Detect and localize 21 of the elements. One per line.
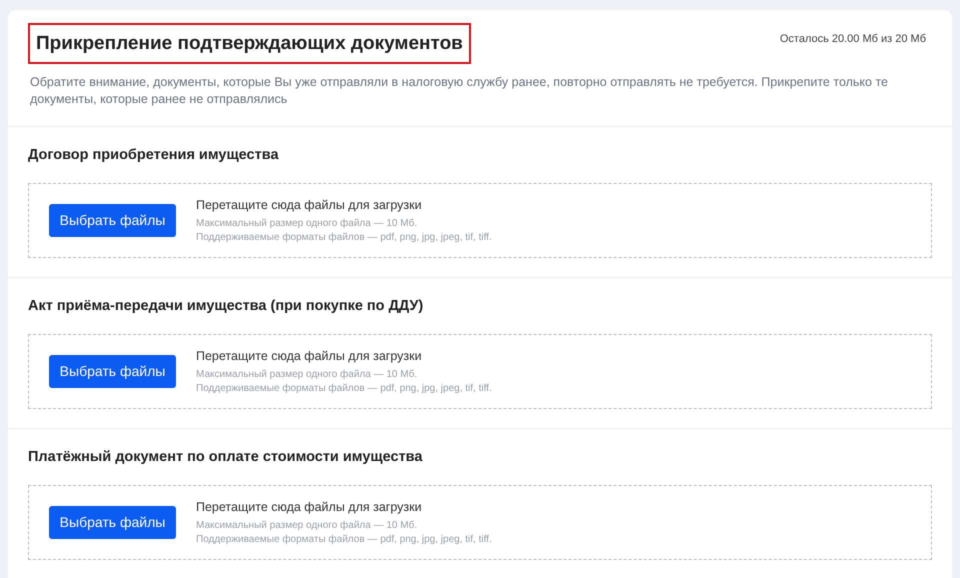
notice-text: Обратите внимание, документы, которые Вы уже отправляли в налоговую службу ранее, повторно отправлять не требуется. Прикрепите только те документы, которые ранее не отправлялись	[29, 74, 889, 108]
drop-hint: Перетащите сюда файлы для загрузки	[196, 348, 423, 364]
drop-hint: Перетащите сюда файлы для загрузки	[196, 196, 423, 212]
choose-files-button[interactable]: Выбрать файлы	[49, 204, 176, 237]
max-size-text: Максимальный размер одного файла — 10 Мб.	[196, 216, 418, 230]
formats-text: Поддерживаемые форматы файлов — pdf, png, jpg, jpeg, tif, tiff.	[196, 382, 492, 396]
section-title: Платёжный документ по оплате стоимости имущества	[28, 448, 424, 466]
formats-text: Поддерживаемые форматы файлов — pdf, png, jpg, jpeg, tif, tiff.	[196, 532, 492, 546]
drop-hint: Перетащите сюда файлы для загрузки	[196, 498, 423, 514]
page-title: Прикрепление подтверждающих документов	[28, 23, 471, 64]
section-title: Акт приёма-передачи имущества (при покупке по ДДУ)	[28, 297, 424, 315]
max-size-text: Максимальный размер одного файла — 10 Мб.	[196, 518, 418, 532]
file-drop-zone[interactable]: Выбрать файлы Перетащите сюда файлы для загрузки Максимальный размер одного файла — 10 Мб. Поддерживаемые форматы файлов — pdf, png, jpg, jpeg, tif, tiff.	[28, 183, 932, 258]
storage-quota: Осталось 20.00 Мб из 20 Мб	[780, 32, 926, 47]
file-drop-zone[interactable]: Выбрать файлы Перетащите сюда файлы для загрузки Максимальный размер одного файла — 10 Мб. Поддерживаемые форматы файлов — pdf, png, jpg, jpeg, tif, tiff.	[28, 485, 932, 560]
choose-files-button[interactable]: Выбрать файлы	[49, 506, 176, 539]
choose-files-button[interactable]: Выбрать файлы	[49, 355, 176, 388]
formats-text: Поддерживаемые форматы файлов — pdf, png, jpg, jpeg, tif, tiff.	[196, 230, 492, 244]
max-size-text: Максимальный размер одного файла — 10 Мб.	[196, 368, 418, 382]
file-drop-zone[interactable]: Выбрать файлы Перетащите сюда файлы для загрузки Максимальный размер одного файла — 10 Мб. Поддерживаемые форматы файлов — pdf, png, jpg, jpeg, tif, tiff.	[28, 334, 932, 409]
section-title: Договор приобретения имущества	[28, 146, 280, 164]
